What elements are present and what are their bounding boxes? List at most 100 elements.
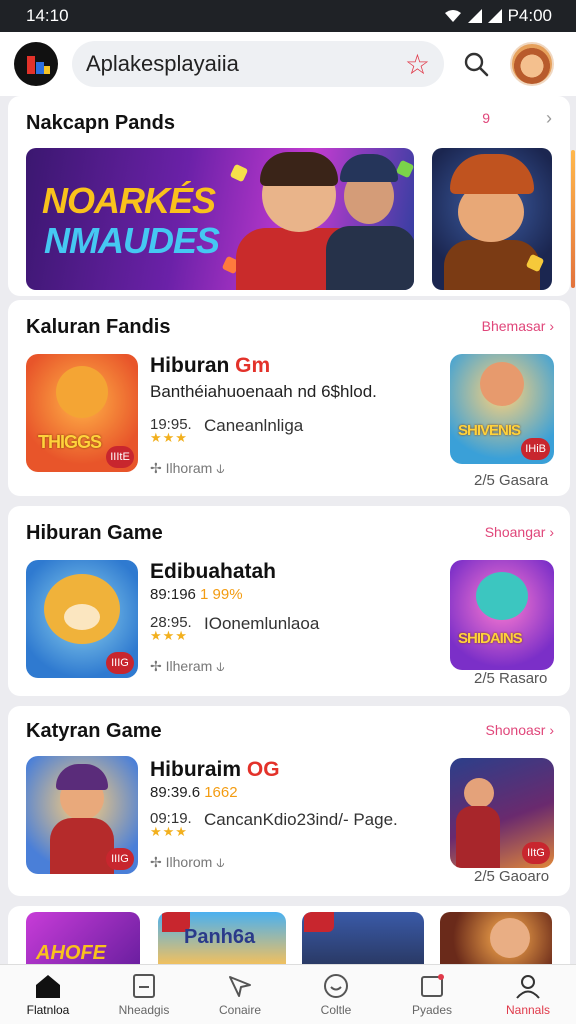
nav-label: Flatnloa xyxy=(26,1002,70,1017)
character-face xyxy=(56,366,108,418)
section-title: Kaluran Fandis xyxy=(26,316,171,338)
app-title-text: Hiburaim xyxy=(150,758,247,781)
rating-stars: ★★★ xyxy=(150,430,188,445)
featured-mark: 9 xyxy=(482,110,490,126)
thumbnail-word: SHIDAINS xyxy=(458,630,523,647)
see-all-link[interactable]: Shoangar › xyxy=(485,524,554,540)
rating-stars: ★★★ xyxy=(150,628,188,643)
app-thumbnail[interactable]: AHOFE xyxy=(26,912,140,964)
app-subtitle: 89:39.6 1662 xyxy=(150,784,238,801)
status-icons: P4:00 xyxy=(444,6,552,26)
app-badge: IItG xyxy=(522,842,550,864)
app-subtitle-text: Banthéiahuoenaah nd 6$hlod. xyxy=(150,382,377,401)
app-meta: ✢ Ilhoram ⫝ xyxy=(150,460,225,476)
app-description: CancanKdio23ind/- Page. xyxy=(204,810,398,829)
app-badge: IIIG xyxy=(106,848,134,870)
app-subtitle-accent: 1662 xyxy=(204,784,238,801)
character-face xyxy=(476,572,528,620)
section-card: Hiburan Game Shoangar › IIIG Edibuahatah… xyxy=(8,506,570,696)
featured-banner[interactable]: NOARKÉS NMAUDES xyxy=(26,148,414,290)
app-title[interactable]: Hiburan Gm xyxy=(150,354,270,378)
character-figure xyxy=(326,226,414,290)
app-title-accent: Gm xyxy=(235,354,271,377)
app-title[interactable]: Edibuahatah xyxy=(150,560,276,584)
see-all-link[interactable]: Bhemasar › xyxy=(482,318,554,334)
featured-more[interactable]: › xyxy=(546,108,552,129)
right-caption: 2/5 Rasaro xyxy=(474,670,548,687)
wifi-icon xyxy=(444,10,461,22)
section-title: Nakcapn Pands xyxy=(26,112,175,134)
app-title[interactable]: Hiburaim OG xyxy=(150,758,280,782)
app-subtitle-accent: 1 99% xyxy=(200,586,243,603)
app-logo[interactable] xyxy=(14,42,58,86)
app-meta-text: Ilhorom xyxy=(165,854,213,870)
nav-item[interactable]: Nheadgis xyxy=(96,965,192,1024)
app-badge: IIIG xyxy=(106,652,134,674)
app-badge xyxy=(304,912,334,932)
see-all-link[interactable]: Shonoasr › xyxy=(486,722,554,738)
featured-banner-2[interactable] xyxy=(432,148,552,290)
app-thumbnail[interactable]: Panh6a xyxy=(158,912,286,964)
app-subtitle-text: 89:196 xyxy=(150,586,201,603)
thumbnail-word: Panh6a xyxy=(184,926,256,948)
home-icon xyxy=(34,973,62,999)
app-title-text: Hiburan xyxy=(150,354,236,377)
nav-item[interactable]: Pyades xyxy=(384,965,480,1024)
avatar[interactable] xyxy=(510,42,554,86)
search-icon xyxy=(464,52,489,77)
nav-home[interactable]: Flatnloa xyxy=(0,965,96,1024)
character-snout xyxy=(64,604,100,630)
app-thumbnail[interactable]: IIIG xyxy=(26,756,138,874)
section-title: Hiburan Game xyxy=(26,522,163,544)
gem-decoration xyxy=(229,163,249,183)
character-hat xyxy=(56,764,108,790)
section-card: Katyran Game Shonoasr › IIIG Hiburaim OG… xyxy=(8,706,570,896)
app-thumbnail-right[interactable]: SHIDAINS xyxy=(450,560,554,670)
app-title-text: Edibuahatah xyxy=(150,560,277,583)
logo-bar xyxy=(44,66,50,74)
star-icon[interactable]: ☆ xyxy=(405,48,430,81)
app-thumbnail[interactable] xyxy=(440,912,552,964)
app-description: Caneanlnliga xyxy=(204,416,304,435)
logo-bar xyxy=(36,62,44,74)
nav-label: Nannals xyxy=(505,1002,551,1017)
section-title: Katyran Game xyxy=(26,720,162,742)
thumbnail-word: SHIVENIS xyxy=(458,422,521,439)
send-icon xyxy=(226,973,254,999)
app-subtitle-text: 89:39.6 xyxy=(150,784,205,801)
app-badge: IHiB xyxy=(521,438,550,460)
featured-section: Nakcapn Pands 9 › NOARKÉS NMAUDES xyxy=(8,96,570,296)
app-title-accent: OG xyxy=(246,758,280,781)
right-caption: 2/5 Gaoaro xyxy=(474,868,550,885)
nav-item[interactable]: Conaire xyxy=(192,965,288,1024)
section-card: Kaluran Fandis Bhemasar › THIGGS IIItE H… xyxy=(8,300,570,496)
search-field[interactable]: Aplakesplayaiia ☆ xyxy=(72,41,444,87)
carousel-peek xyxy=(571,150,575,288)
nav-item[interactable]: Coltle xyxy=(288,965,384,1024)
search-button[interactable] xyxy=(456,44,496,84)
character-figure xyxy=(456,806,500,868)
banner-title-line2: NMAUDES xyxy=(44,220,220,261)
app-thumbnail-right[interactable]: SHIVENIS IHiB xyxy=(450,354,554,464)
rating-stars: ★★★ xyxy=(150,824,188,839)
right-caption: 2/5 Gasara xyxy=(474,472,549,489)
document-icon xyxy=(130,973,158,999)
character-hair xyxy=(260,152,338,186)
search-text: Aplakesplayaiia xyxy=(86,51,239,76)
character-hat xyxy=(450,154,534,194)
status-time: 14:10 xyxy=(26,6,69,25)
character-hat xyxy=(340,154,398,182)
thumbnail-word: AHOFE xyxy=(36,942,106,964)
signal-icon xyxy=(467,9,482,23)
signal-icon-2 xyxy=(487,9,502,23)
profile-icon xyxy=(514,973,542,999)
app-meta: ✢ Ilhorom ⫝ xyxy=(150,854,225,870)
app-thumbnail[interactable]: IIIG xyxy=(26,560,138,678)
app-badge: IIItE xyxy=(106,446,134,468)
app-thumbnail-right[interactable]: IItG xyxy=(450,758,554,868)
app-meta: ✢ Ilheram ⫝ xyxy=(150,658,225,674)
nav-item[interactable]: Nannals xyxy=(480,965,576,1024)
app-thumbnail[interactable] xyxy=(302,912,424,964)
app-meta-text: Ilheram xyxy=(165,658,213,674)
app-thumbnail[interactable]: THIGGS IIItE xyxy=(26,354,138,472)
